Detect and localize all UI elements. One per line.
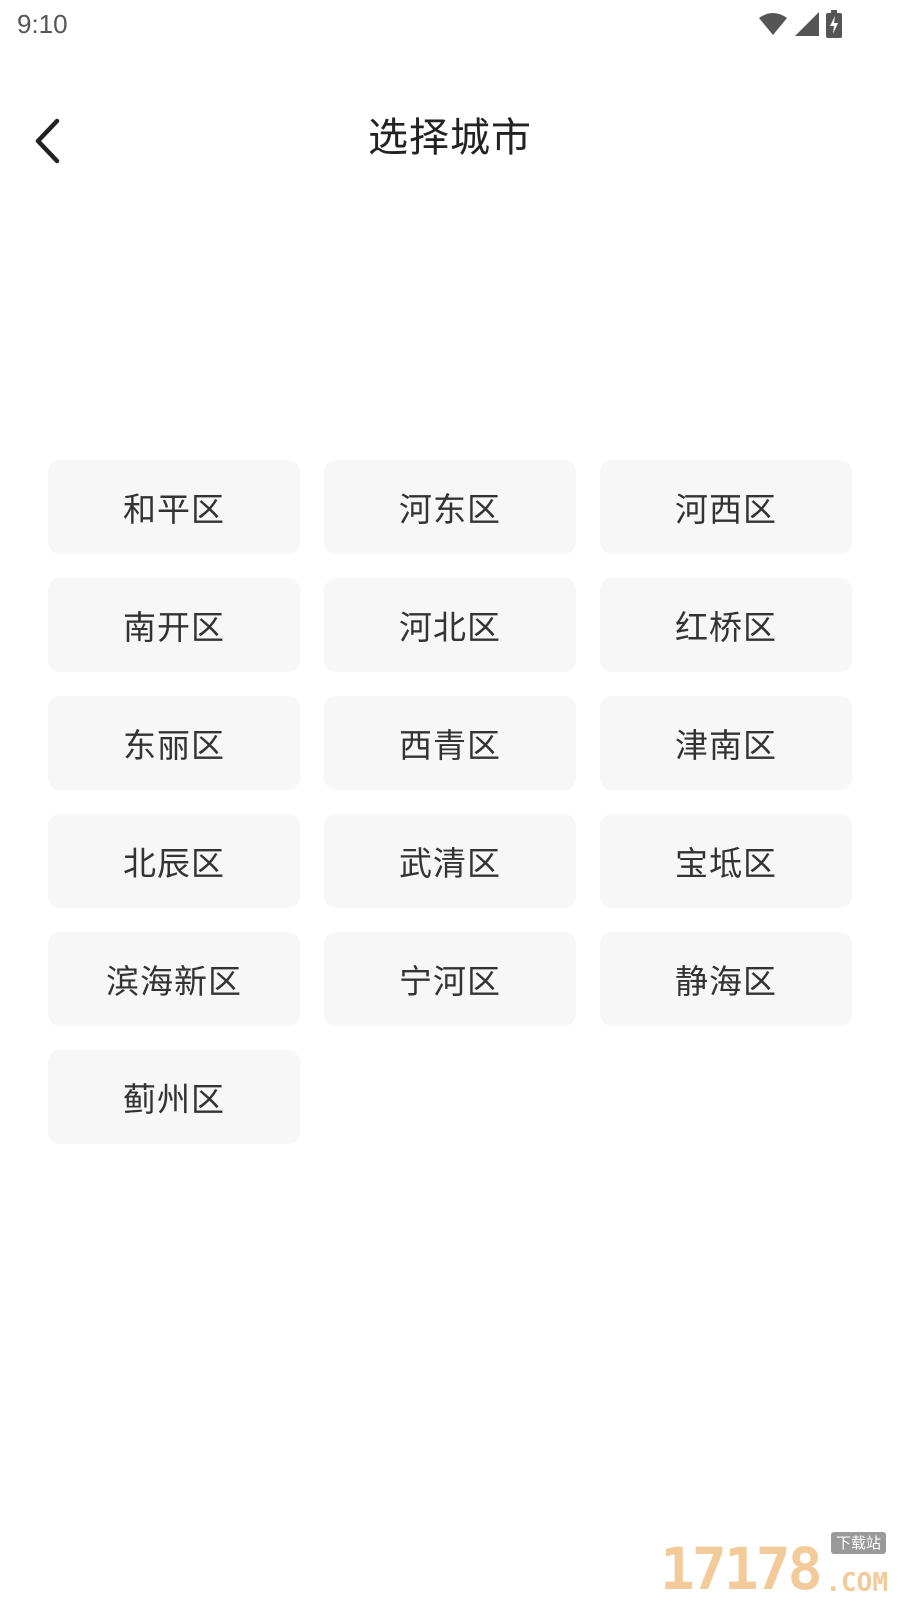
district-button-jizhou[interactable]: 蓟州区: [48, 1050, 300, 1144]
watermark-tag: 下载站: [830, 1532, 886, 1554]
district-button-baodi[interactable]: 宝坻区: [600, 814, 852, 908]
district-button-jinghai[interactable]: 静海区: [600, 932, 852, 1026]
district-button-hebei[interactable]: 河北区: [324, 578, 576, 672]
district-button-heping[interactable]: 和平区: [48, 460, 300, 554]
page-title: 选择城市: [368, 115, 532, 161]
watermark-logo: 17178 下载站 .COM: [660, 1530, 890, 1600]
district-grid: 和平区 河东区 河西区 南开区 河北区 红桥区 东丽区 西青区 津南区 北辰区 …: [48, 460, 852, 1144]
district-button-beichen[interactable]: 北辰区: [48, 814, 300, 908]
district-button-hongqiao[interactable]: 红桥区: [600, 578, 852, 672]
status-bar: 9:10: [0, 0, 900, 48]
cellular-signal-icon: [794, 11, 820, 37]
district-button-wuqing[interactable]: 武清区: [324, 814, 576, 908]
status-icons: [758, 9, 842, 39]
district-button-ninghe[interactable]: 宁河区: [324, 932, 576, 1026]
district-button-binhai[interactable]: 滨海新区: [48, 932, 300, 1026]
district-button-dongli[interactable]: 东丽区: [48, 696, 300, 790]
district-button-hedong[interactable]: 河东区: [324, 460, 576, 554]
watermark-domain: .COM: [825, 1568, 888, 1598]
district-button-hexi[interactable]: 河西区: [600, 460, 852, 554]
battery-charging-icon: [826, 10, 842, 38]
district-button-nankai[interactable]: 南开区: [48, 578, 300, 672]
district-button-jinnan[interactable]: 津南区: [600, 696, 852, 790]
district-button-xiqing[interactable]: 西青区: [324, 696, 576, 790]
navigation-bar: 选择城市: [0, 95, 900, 185]
watermark-digits: 17178: [660, 1535, 823, 1603]
wifi-icon: [758, 12, 788, 36]
status-time: 9:10: [17, 9, 68, 39]
